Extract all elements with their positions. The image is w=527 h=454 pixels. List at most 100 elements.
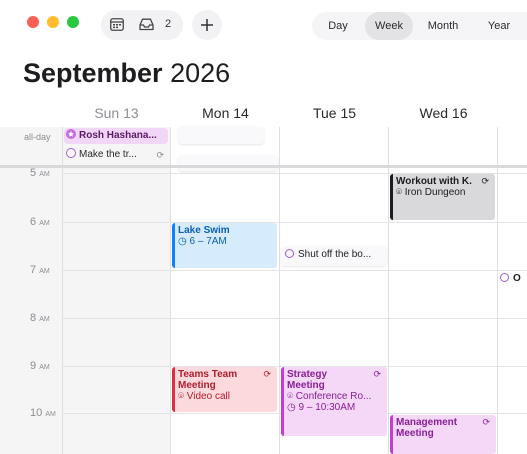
- view-month-tab[interactable]: Month: [415, 12, 471, 40]
- clock-icon: ◷: [287, 402, 296, 413]
- event-time: ◷ 6 – 7AM: [178, 236, 273, 247]
- hour-ampm: AM: [45, 411, 56, 418]
- location-pin-icon: ⌾: [287, 391, 293, 402]
- hour-label-5am: 5 AM: [30, 167, 50, 179]
- minimize-window-button[interactable]: [47, 16, 59, 28]
- allday-placeholder: [178, 126, 264, 144]
- grid-divider: [388, 127, 389, 454]
- view-day-tab[interactable]: Day: [312, 12, 364, 40]
- day-header-mon[interactable]: Mon 14: [171, 105, 280, 121]
- month-label: September: [23, 58, 163, 88]
- event-color-bar: [172, 367, 175, 412]
- allday-separator: [0, 165, 527, 168]
- hour-ampm: AM: [39, 316, 50, 323]
- hour-line: [62, 318, 527, 319]
- repeat-icon: ⟳: [482, 417, 490, 427]
- hour-label-8am: 8 AM: [30, 312, 50, 324]
- event-workout[interactable]: Workout with K. ⌾ Iron Dungeon ⟳: [390, 174, 495, 220]
- allday-label: all-day: [24, 132, 51, 142]
- add-event-button[interactable]: [192, 10, 222, 40]
- view-year-tab[interactable]: Year: [474, 12, 524, 40]
- task-title: O: [513, 273, 521, 284]
- event-color-bar: [390, 415, 393, 454]
- allday-task-make-the-tr[interactable]: Make the tr... ⟳: [64, 147, 168, 163]
- calendar-list-icon[interactable]: [110, 18, 124, 36]
- event-location-text: Iron Dungeon: [404, 187, 466, 198]
- hour-ampm: AM: [39, 171, 50, 178]
- toolbar: 2 Day Week Month Year: [0, 0, 527, 52]
- plus-icon: [200, 18, 214, 37]
- event-location: ⌾ Conference Ro...: [287, 391, 383, 402]
- inbox-count: 2: [165, 18, 172, 30]
- hour-line: [62, 270, 527, 271]
- day-header-sun[interactable]: Sun 13: [62, 105, 171, 121]
- event-color-bar: [281, 367, 284, 436]
- event-lake-swim[interactable]: Lake Swim ◷ 6 – 7AM: [172, 223, 277, 268]
- task-circle-icon[interactable]: [285, 249, 294, 258]
- event-time: ◷ 9 – 10:30AM: [287, 402, 383, 413]
- inbox-icon[interactable]: [139, 18, 154, 36]
- year-label: 2026: [170, 58, 231, 88]
- allday-event-rosh-hashana[interactable]: Rosh Hashana...: [64, 128, 168, 144]
- grid-divider: [497, 127, 498, 454]
- repeat-icon: ⟳: [481, 176, 489, 186]
- repeat-icon: ⟳: [373, 369, 381, 379]
- event-title: Strategy Meeting: [287, 369, 328, 391]
- allday-event-title: Rosh Hashana...: [79, 130, 157, 141]
- view-week-tab[interactable]: Week: [365, 12, 413, 40]
- day-header-wed[interactable]: Wed 16: [389, 105, 498, 121]
- event-location-text: Video call: [186, 391, 230, 402]
- grid-divider: [279, 127, 280, 454]
- hour-number: 7: [30, 264, 37, 276]
- hour-label-10am: 10 AM: [30, 407, 56, 419]
- hour-label-9am: 9 AM: [30, 360, 50, 372]
- event-title: Lake Swim: [178, 225, 230, 236]
- day-header-tue[interactable]: Tue 15: [280, 105, 389, 121]
- event-title: Workout with K.: [396, 176, 472, 187]
- location-pin-icon: ⌾: [178, 391, 184, 402]
- hour-line: [62, 222, 527, 223]
- task-title: Shut off the bo...: [298, 249, 372, 260]
- location-pin-icon: ⌾: [396, 187, 402, 198]
- hour-number: 10: [30, 407, 43, 419]
- event-strategy-meeting[interactable]: Strategy Meeting ⌾ Conference Ro... ◷ 9 …: [281, 367, 387, 436]
- repeat-icon: ⟳: [156, 150, 164, 160]
- hour-ampm: AM: [39, 268, 50, 275]
- weekend-column[interactable]: [62, 127, 170, 454]
- task-circle-icon[interactable]: [500, 273, 509, 282]
- task-edge[interactable]: O: [500, 273, 521, 284]
- hour-number: 8: [30, 312, 37, 324]
- calendar-window: 2 Day Week Month Year September 2026 Sun…: [0, 0, 527, 454]
- task-circle-icon[interactable]: [66, 148, 76, 158]
- hour-label-6am: 6 AM: [30, 216, 50, 228]
- event-color-bar: [172, 223, 175, 268]
- hour-label-7am: 7 AM: [30, 264, 50, 276]
- event-location: ⌾ Video call: [178, 391, 273, 402]
- allday-placeholder: [178, 155, 278, 171]
- event-time-text: 6 – 7AM: [189, 236, 227, 247]
- hour-ampm: AM: [39, 220, 50, 227]
- star-circle-icon: [66, 129, 76, 139]
- hour-number: 6: [30, 216, 37, 228]
- event-title: Teams Team Meeting: [178, 369, 238, 391]
- hour-number: 9: [30, 360, 37, 372]
- hour-ampm: AM: [39, 364, 50, 371]
- repeat-icon: ⟳: [263, 369, 271, 379]
- close-window-button[interactable]: [27, 16, 39, 28]
- event-time-text: 9 – 10:30AM: [298, 402, 356, 413]
- event-teams-meeting[interactable]: Teams Team Meeting ⌾ Video call ⟳: [172, 367, 277, 412]
- grid-divider: [170, 127, 171, 454]
- event-management-meeting[interactable]: Management Meeting ⟳: [390, 415, 496, 454]
- hour-number: 5: [30, 167, 37, 179]
- calendars-inbox-group: 2: [101, 10, 183, 40]
- event-title: Management Meeting: [396, 417, 458, 439]
- zoom-window-button[interactable]: [67, 16, 79, 28]
- view-switcher: Day Week Month Year: [312, 12, 527, 40]
- task-shut-off[interactable]: Shut off the bo...: [285, 249, 385, 260]
- page-title: September 2026: [23, 58, 230, 89]
- clock-icon: ◷: [178, 236, 187, 247]
- grid-divider: [62, 127, 63, 454]
- event-location: ⌾ Iron Dungeon: [396, 187, 491, 198]
- allday-task-title: Make the tr...: [79, 149, 137, 160]
- event-color-bar: [390, 174, 393, 220]
